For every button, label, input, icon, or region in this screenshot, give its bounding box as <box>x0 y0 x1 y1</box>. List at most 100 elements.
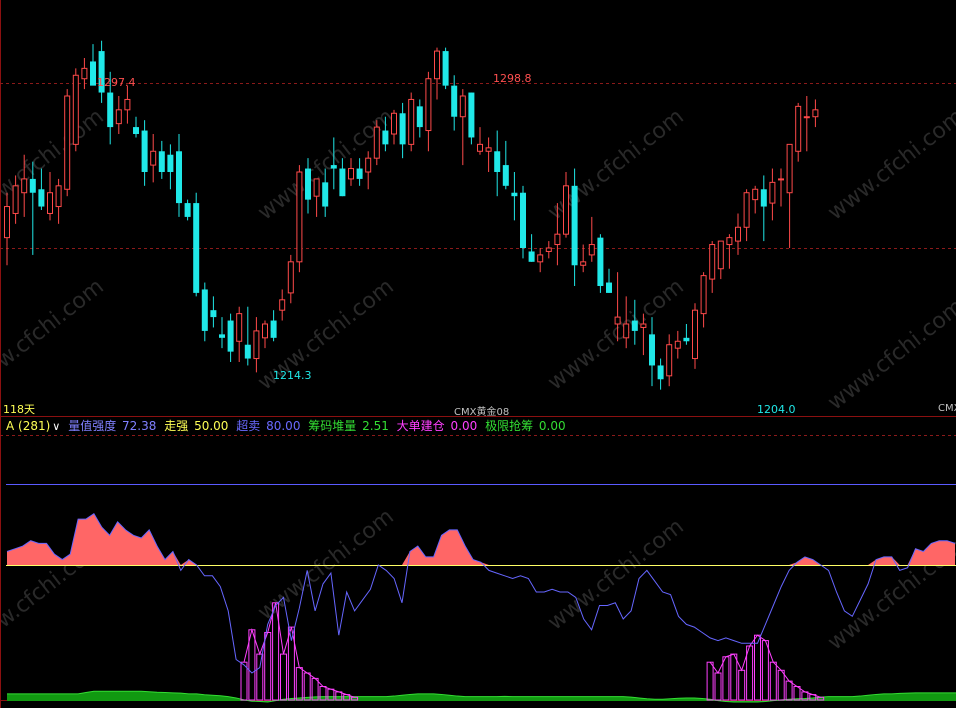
candle-body-up <box>459 95 466 118</box>
big-order-bar <box>714 672 722 701</box>
watermark-text: www.cfchi.com <box>823 104 956 225</box>
candle-body-down <box>193 203 200 293</box>
candle-body-up <box>752 188 759 201</box>
legend-big-order-name: 大单建仓 <box>396 419 445 433</box>
candle-body-up <box>21 178 28 194</box>
candle-body-up <box>692 309 698 360</box>
candle-body-up <box>279 299 286 311</box>
candle-body-up <box>623 323 630 339</box>
legend-extreme-grab-name: 极限抢筹 <box>485 419 534 433</box>
candle-body-up <box>150 150 157 166</box>
chart-canvas: www.cfchi.com www.cfchi.com www.cfchi.com w… <box>0 0 956 708</box>
indicator-panel <box>6 484 956 703</box>
candle-body-down <box>184 203 191 217</box>
candle-body-up <box>365 157 372 173</box>
legend-strength-value: 72.38 <box>122 419 157 433</box>
candle-body-up <box>700 275 707 315</box>
legend-extreme-grab-value: 0.00 <box>538 419 566 433</box>
candle-body-down <box>760 189 767 207</box>
candle-body-down <box>210 310 217 318</box>
candle-body-up <box>287 261 294 294</box>
candle-body-up <box>580 261 587 266</box>
candle-body-up <box>640 323 647 328</box>
candle-body-down <box>29 178 36 193</box>
chart-frame <box>0 0 956 708</box>
candle-body-up <box>477 143 483 152</box>
candle-body-down <box>631 320 638 331</box>
symbol-label-right: CMX <box>938 403 956 414</box>
candle-body-down <box>38 189 45 207</box>
legend-strong-value: 50.00 <box>194 419 229 433</box>
big-order-line <box>243 602 821 698</box>
candle-body-down <box>511 192 518 197</box>
candle-body-down <box>382 130 389 145</box>
candle-body-up <box>4 206 10 239</box>
price-label-high-2: 1298.8 <box>493 72 532 85</box>
candle-body-down <box>683 337 690 342</box>
candle-body-down <box>201 289 208 331</box>
candle-body-down <box>528 251 535 262</box>
big-order-bar <box>722 656 730 701</box>
candle-body-up <box>803 116 810 119</box>
indicator-legend: A (281) ∨ 量值强度 72.38 走强 50.00 超卖 80.00 筹码… <box>6 418 570 434</box>
candle-body-up <box>588 244 595 256</box>
big-order-bar <box>777 669 785 701</box>
legend-chip-volume-name: 筹码堆量 <box>308 419 357 433</box>
candle-body-up <box>743 192 750 228</box>
big-order-bar <box>785 680 793 701</box>
candle-body-up <box>674 340 681 349</box>
candle-body-up <box>47 192 53 214</box>
candle-body-up <box>485 147 492 152</box>
legend-chip-volume-value: 2.51 <box>362 419 389 433</box>
candle-body-down <box>356 168 363 179</box>
candle-body-down <box>219 334 225 338</box>
legend-strength-name: 量值强度 <box>68 419 117 433</box>
candle-body-down <box>330 165 337 169</box>
candle-body-down <box>399 113 406 145</box>
period-label: 118天 <box>3 403 35 416</box>
legend-oversold-name: 超卖 <box>236 419 261 433</box>
big-order-bar <box>240 661 248 701</box>
candle-body-up <box>55 185 62 208</box>
price-label-low-1: 1214.3 <box>273 369 312 382</box>
candle-body-up <box>81 67 88 80</box>
candle-body-up <box>563 185 569 235</box>
legend-strong: 走强 50.00 <box>164 419 230 433</box>
big-order-bar <box>303 672 311 701</box>
big-order-bar <box>738 669 746 701</box>
big-order-bar <box>280 653 287 701</box>
candle-body-down <box>305 168 311 200</box>
candle-body-down <box>133 127 139 134</box>
candle-body-up <box>72 74 79 145</box>
candle-body-up <box>537 254 544 263</box>
price-label-high-1: 1297.4 <box>97 76 136 89</box>
legend-oversold-value: 80.00 <box>266 419 301 433</box>
big-order-bar <box>769 661 777 701</box>
legend-big-order-value: 0.00 <box>450 419 478 433</box>
watermark-text: www.cfchi.com <box>0 274 109 395</box>
watermark-text: www.cfchi.com <box>543 514 688 635</box>
candle-body-down <box>416 106 423 128</box>
candle-body-up <box>795 105 802 152</box>
candle-body-down <box>322 182 329 207</box>
candle-body-up <box>786 143 793 194</box>
indicator-selector[interactable]: A (281) ∨ <box>6 419 66 433</box>
candle-body-up <box>348 168 354 180</box>
candle-body-up <box>554 233 561 246</box>
legend-strong-name: 走强 <box>164 419 189 433</box>
candle-body-down <box>494 151 501 172</box>
candle-body-up <box>253 330 260 360</box>
big-order-bar <box>256 653 264 701</box>
candle-body-down <box>451 85 458 117</box>
legend-extreme-grab: 极限抢筹 0.00 <box>485 419 568 433</box>
big-order-bar <box>754 634 761 701</box>
big-order-bar <box>706 661 714 701</box>
candlestick-series <box>4 40 819 390</box>
candle-body-up <box>296 171 303 263</box>
chevron-down-icon: ∨ <box>52 420 61 433</box>
candle-body-down <box>606 282 612 293</box>
candle-body-up <box>709 244 716 280</box>
candle-body-down <box>520 192 526 248</box>
candle-body-up <box>373 126 380 159</box>
watermark-text: www.cfchi.com <box>823 294 956 415</box>
